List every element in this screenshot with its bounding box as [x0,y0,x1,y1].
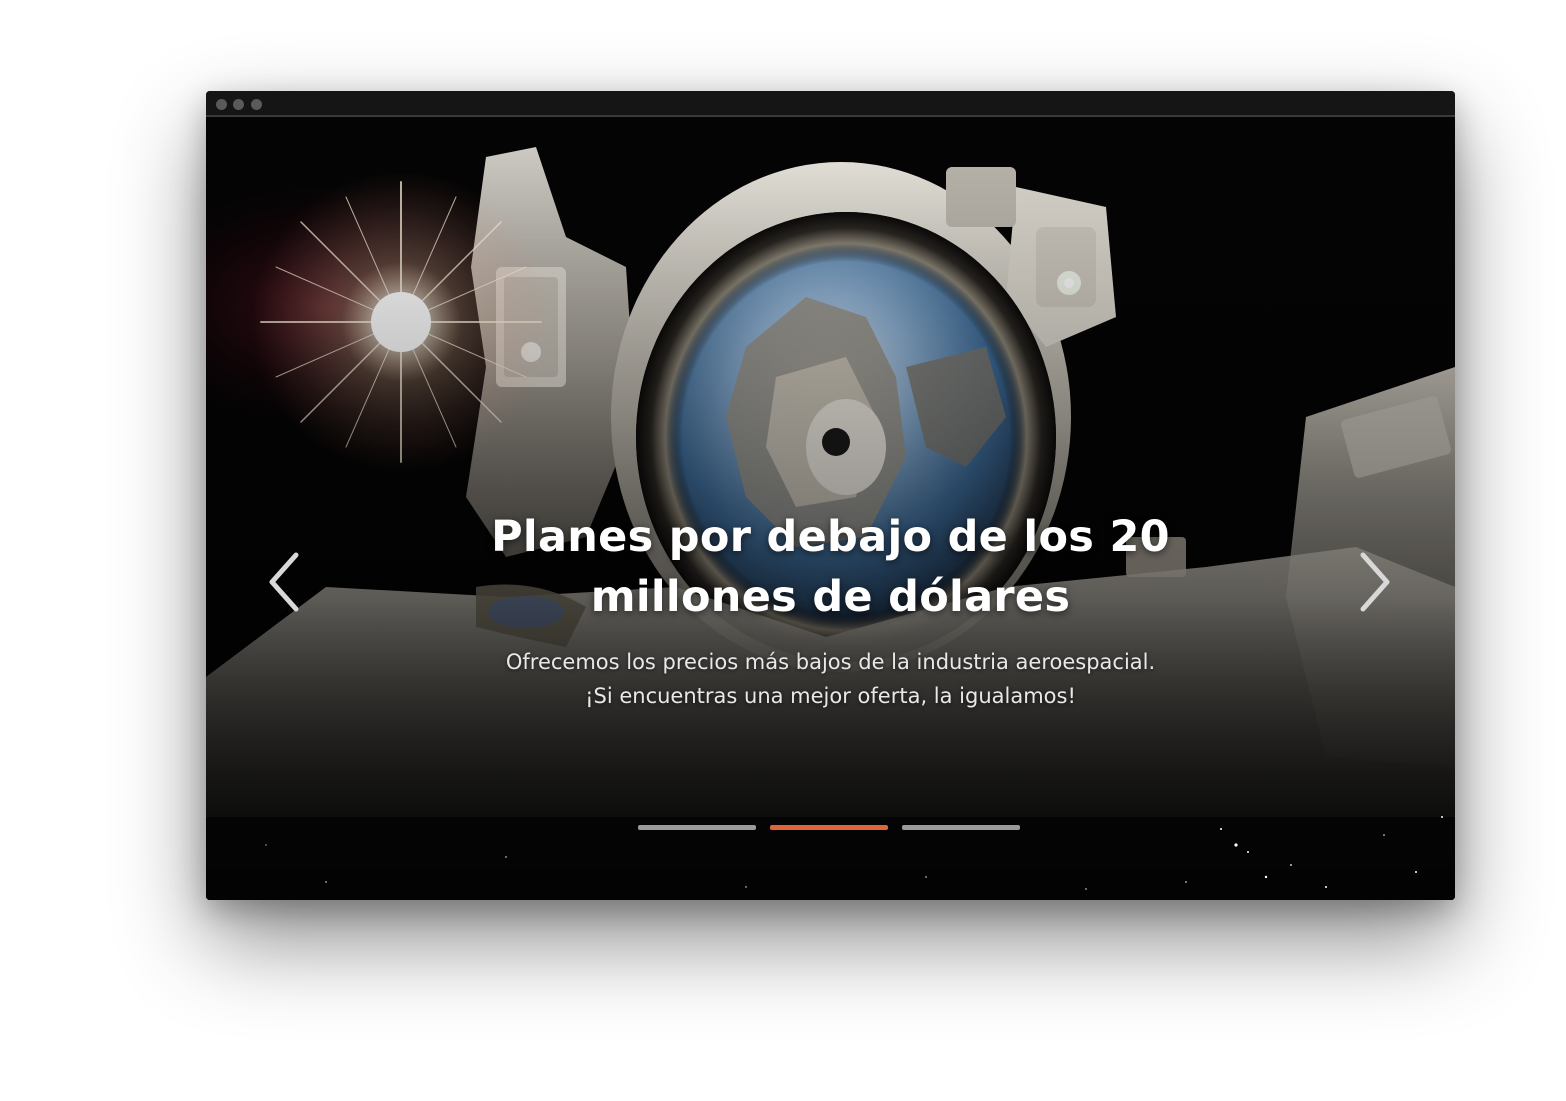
browser-window: Planes por debajo de los 20 millones de … [206,91,1455,900]
slide-description-line: Ofrecemos los precios más bajos de la in… [505,650,1156,674]
slide-title: Planes por debajo de los 20 millones de … [206,507,1455,627]
window-titlebar [206,91,1455,117]
slide-description-line: ¡Si encuentras una mejor oferta, la igua… [585,684,1076,708]
window-maximize-dot[interactable] [251,99,262,110]
window-minimize-dot[interactable] [233,99,244,110]
slide-title-line: Planes por debajo de los 20 [491,512,1170,562]
slide-description: Ofrecemos los precios más bajos de la in… [206,645,1455,713]
window-close-dot[interactable] [216,99,227,110]
slide-title-line: millones de dólares [590,572,1071,622]
carousel-indicator-2[interactable] [770,825,888,830]
carousel-indicator-1[interactable] [638,825,756,830]
carousel-indicator-3[interactable] [902,825,1020,830]
hero-carousel: Planes por debajo de los 20 millones de … [206,117,1455,900]
presentation-stage: Planes por debajo de los 20 millones de … [0,0,1566,1101]
